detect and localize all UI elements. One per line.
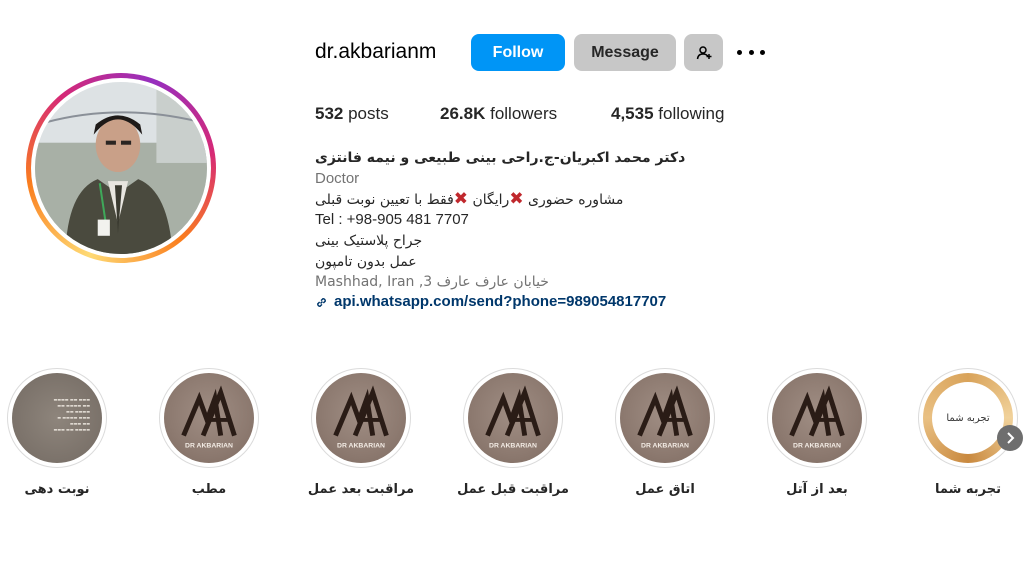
add-user-icon <box>696 45 711 59</box>
highlight-label: مطب <box>191 482 227 497</box>
highlights-next-button[interactable] <box>997 425 1023 451</box>
follow-button[interactable]: Follow <box>471 34 565 71</box>
suggest-similar-button[interactable] <box>684 34 723 71</box>
dr-akbarian-logo-icon: DR AKBARIAN <box>181 385 237 449</box>
highlight-logo: DR AKBARIAN <box>772 373 862 463</box>
bio-line-surgeon: جراح پلاستیک بینی <box>315 233 423 249</box>
svg-text:DR AKBARIAN: DR AKBARIAN <box>641 442 689 449</box>
highlight-label: نوبت دهی <box>24 482 90 497</box>
more-options-button[interactable] <box>737 42 765 62</box>
dr-akbarian-logo-icon: DR AKBARIAN <box>789 385 845 449</box>
highlight-label: تجربه شما <box>934 482 1001 497</box>
avatar-photo <box>35 82 207 254</box>
svg-text:DR AKBARIAN: DR AKBARIAN <box>489 442 537 449</box>
message-button[interactable]: Message <box>574 34 676 71</box>
highlight-gold-ring-image: تجربه شما <box>923 373 1013 463</box>
dr-akbarian-logo-icon: DR AKBARIAN <box>333 385 389 449</box>
svg-text:DR AKBARIAN: DR AKBARIAN <box>337 442 385 449</box>
highlight-office[interactable]: DR AKBARIAN مطب <box>159 368 259 508</box>
bio-line-no-tampon: عمل بدون تامپون <box>315 254 417 270</box>
link-icon <box>317 297 326 307</box>
highlight-logo: DR AKBARIAN <box>164 373 254 463</box>
cross-mark-icon: ✖ <box>453 189 469 209</box>
dr-akbarian-logo-icon: DR AKBARIAN <box>637 385 693 449</box>
highlight-label: اتاق عمل <box>635 482 695 497</box>
bio-consultation-line: مشاوره حضوری ✖رایگان ✖فقط با تعیین نوبت … <box>315 189 624 209</box>
avatar-portrait-image <box>35 82 207 254</box>
more-options-icon <box>737 49 742 55</box>
highlight-logo: DR AKBARIAN <box>468 373 558 463</box>
dr-akbarian-logo-icon: DR AKBARIAN <box>485 385 541 449</box>
highlight-logo: DR AKBARIAN <box>316 373 406 463</box>
highlight-label: مراقبت بعد عمل <box>307 482 415 497</box>
bio-category: Doctor <box>315 170 360 187</box>
highlight-post-op-care[interactable]: DR AKBARIAN مراقبت بعد عمل <box>308 368 414 508</box>
highlight-appointment[interactable]: ▬▬▬ ▬▬ ▬▬▬▬ ▬▬ ▬▬▬▬ ▬▬ ▬▬▬▬ ▬▬ ▬▬▬ ▬▬▬▬ ▬ ▬▬… <box>7 368 107 508</box>
bio-location: Mashhad, Iran ,3 خیابان عارف عارف <box>315 274 549 290</box>
svg-text:DR AKBARIAN: DR AKBARIAN <box>185 442 233 449</box>
profile-avatar[interactable] <box>26 73 216 263</box>
highlight-label: بعد از آتل <box>786 482 848 497</box>
highlight-label: مراقبت قبل عمل <box>457 482 569 497</box>
highlight-inner-text: تجربه شما <box>932 382 1004 454</box>
highlight-pre-op-care[interactable]: DR AKBARIAN مراقبت قبل عمل <box>457 368 569 508</box>
profile-username: dr.akbarianm <box>315 40 437 63</box>
followers-stat[interactable]: 26.8K followers <box>440 104 557 124</box>
posts-stat[interactable]: 532 posts <box>315 104 389 124</box>
bio-telephone: Tel : +98-905 481 7707 <box>315 211 469 228</box>
following-stat[interactable]: 4,535 following <box>611 104 724 124</box>
highlight-operating-room[interactable]: DR AKBARIAN اتاق عمل <box>615 368 715 508</box>
avatar-border <box>31 78 211 258</box>
bio-external-link[interactable]: api.whatsapp.com/send?phone=989054817707 <box>315 292 666 312</box>
highlight-document-image: ▬▬▬ ▬▬ ▬▬▬▬ ▬▬ ▬▬▬▬ ▬▬ ▬▬▬▬ ▬▬ ▬▬▬ ▬▬▬▬ ▬ ▬▬… <box>12 373 102 463</box>
bio-full-name: دکتر محمد اکبریان-ج.راحی بینی طبیعی و نی… <box>315 150 686 166</box>
highlight-after-splint[interactable]: DR AKBARIAN بعد از آتل <box>767 368 867 508</box>
highlight-logo: DR AKBARIAN <box>620 373 710 463</box>
chevron-right-icon <box>1007 432 1015 444</box>
cross-mark-icon: ✖ <box>509 189 524 209</box>
svg-text:DR AKBARIAN: DR AKBARIAN <box>793 442 841 449</box>
